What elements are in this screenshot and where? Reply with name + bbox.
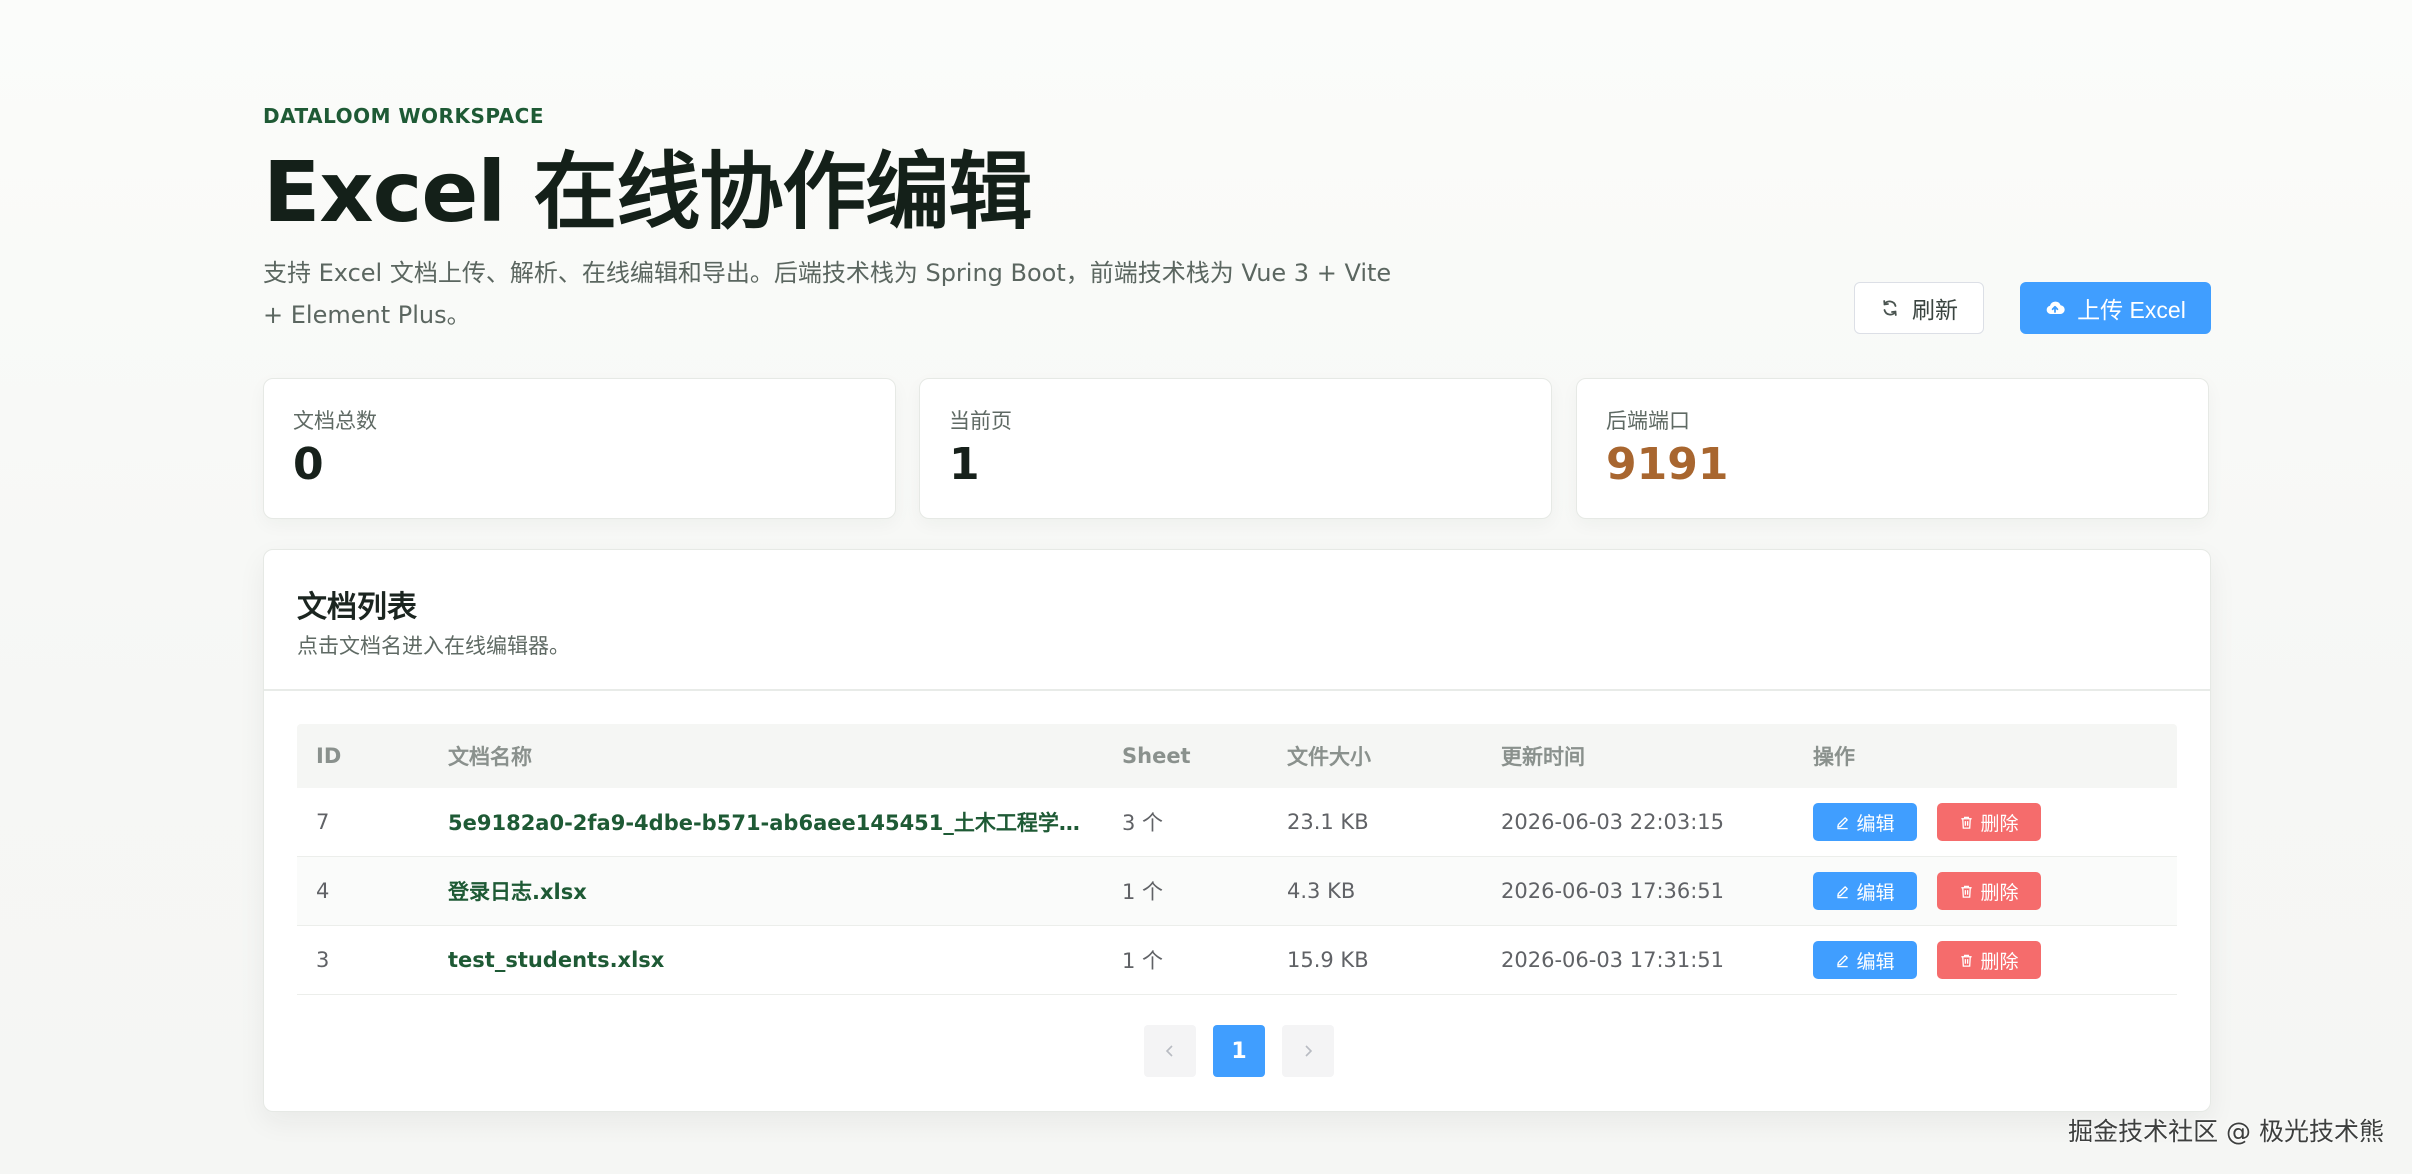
row-id: 3 [316, 948, 330, 972]
page-subtitle: 支持 Excel 文档上传、解析、在线编辑和导出。后端技术栈为 Spring B… [263, 259, 1392, 329]
document-table: ID 文档名称 Sheet 文件大小 更新时间 操作 7 5e9182a0-2f… [297, 724, 2177, 995]
column-header-name: 文档名称 [448, 745, 532, 769]
delete-button[interactable]: 删除 [1937, 803, 2041, 841]
stat-card-doc-total: 文档总数 0 [263, 378, 896, 519]
document-list-description: 点击文档名进入在线编辑器。 [297, 634, 570, 658]
stat-card-current-page: 当前页 1 [919, 378, 1552, 519]
pencil-icon [1837, 954, 1849, 967]
row-id: 4 [316, 879, 330, 903]
pencil-icon [1837, 816, 1849, 829]
workspace-eyebrow: DATALOOM WORKSPACE [263, 104, 545, 128]
prev-page-button[interactable] [1144, 1025, 1196, 1077]
chevron-left-icon [1165, 1045, 1173, 1057]
row-sheet-count: 3 个 [1122, 811, 1164, 835]
pagination: 1 [1144, 1025, 1334, 1077]
row-file-size: 23.1 KB [1287, 810, 1369, 834]
refresh-button[interactable]: 刷新 [1854, 282, 1984, 334]
delete-button[interactable]: 删除 [1937, 941, 2041, 979]
row-updated-time: 2026-06-03 17:31:51 [1501, 948, 1725, 972]
edit-button[interactable]: 编辑 [1813, 872, 1917, 910]
refresh-label: 刷新 [1912, 297, 1958, 323]
row-file-size: 4.3 KB [1287, 879, 1356, 903]
row-sheet-count: 1 个 [1122, 949, 1164, 973]
pencil-icon [1837, 885, 1849, 898]
document-list-title: 文档列表 [297, 590, 417, 625]
card-divider [264, 689, 2210, 691]
refresh-icon [1883, 300, 1897, 316]
stat-label: 当前页 [949, 409, 1012, 433]
watermark: 掘金技术社区 @ 极光技术熊 [2068, 1117, 2384, 1146]
trash-icon [1961, 885, 1973, 898]
chevron-right-icon [1305, 1045, 1313, 1057]
row-updated-time: 2026-06-03 17:36:51 [1501, 879, 1725, 903]
row-actions: 编辑 删除 [1794, 941, 2177, 979]
document-name-link[interactable]: 5e9182a0-2fa9-4dbe-b571-ab6aee145451_土木工… [429, 807, 1103, 837]
document-name-link[interactable]: 登录日志.xlsx [429, 876, 1103, 906]
column-header-size: 文件大小 [1287, 745, 1371, 769]
stat-label: 文档总数 [293, 409, 377, 433]
document-list-card: 文档列表 点击文档名进入在线编辑器。 ID 文档名称 Sheet 文件大小 更新… [263, 549, 2211, 1112]
delete-button[interactable]: 删除 [1937, 872, 2041, 910]
column-header-actions: 操作 [1813, 745, 1855, 769]
page-number-button[interactable]: 1 [1213, 1025, 1265, 1077]
stat-card-backend-port: 后端端口 9191 [1576, 378, 2209, 519]
stat-value: 1 [949, 439, 980, 490]
next-page-button[interactable] [1282, 1025, 1334, 1077]
trash-icon [1961, 954, 1973, 967]
column-header-sheet: Sheet [1122, 744, 1191, 768]
delete-label: 删除 [1980, 812, 2019, 835]
row-sheet-count: 1 个 [1122, 880, 1164, 904]
edit-button[interactable]: 编辑 [1813, 803, 1917, 841]
cloud-upload-icon [2046, 301, 2065, 315]
stat-value: 9191 [1606, 439, 1729, 490]
upload-label: 上传 Excel [2077, 297, 2186, 323]
upload-excel-button[interactable]: 上传 Excel [2020, 282, 2211, 334]
row-actions: 编辑 删除 [1794, 872, 2177, 910]
table-row: 4 登录日志.xlsx 1 个 4.3 KB 2026-06-03 17:36:… [297, 857, 2177, 926]
delete-label: 删除 [1980, 950, 2019, 973]
table-header: ID 文档名称 Sheet 文件大小 更新时间 操作 [297, 724, 2177, 788]
edit-button[interactable]: 编辑 [1813, 941, 1917, 979]
stat-value: 0 [293, 439, 324, 490]
edit-label: 编辑 [1856, 812, 1895, 835]
column-header-id: ID [316, 744, 342, 768]
row-actions: 编辑 删除 [1794, 803, 2177, 841]
document-name-link[interactable]: test_students.xlsx [429, 948, 1103, 972]
page-title: Excel 在线协作编辑 [263, 143, 1032, 241]
row-updated-time: 2026-06-03 22:03:15 [1501, 810, 1725, 834]
row-id: 7 [316, 810, 330, 834]
stat-label: 后端端口 [1606, 409, 1690, 433]
column-header-updated: 更新时间 [1501, 745, 1585, 769]
row-file-size: 15.9 KB [1287, 948, 1369, 972]
table-row: 3 test_students.xlsx 1 个 15.9 KB 2026-06… [297, 926, 2177, 995]
edit-label: 编辑 [1856, 950, 1895, 973]
table-row: 7 5e9182a0-2fa9-4dbe-b571-ab6aee145451_土… [297, 788, 2177, 857]
delete-label: 删除 [1980, 881, 2019, 904]
trash-icon [1961, 816, 1973, 829]
edit-label: 编辑 [1856, 881, 1895, 904]
